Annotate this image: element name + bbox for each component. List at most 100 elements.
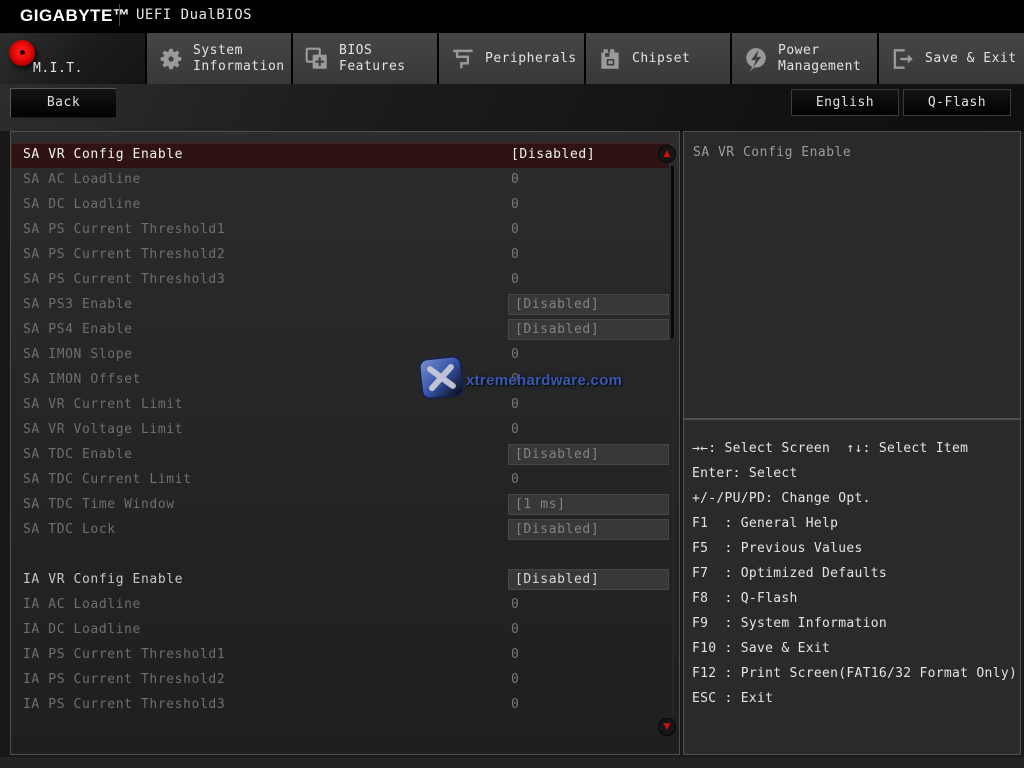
settings-row[interactable]: SA IMON Slope 0 <box>12 343 669 368</box>
gear-icon <box>158 46 184 72</box>
tab-label: M.I.T. <box>33 61 83 77</box>
settings-row[interactable]: SA PS Current Threshold1 0 <box>12 218 669 243</box>
setting-value[interactable]: [Disabled] <box>508 569 669 590</box>
setting-label: SA PS Current Threshold3 <box>23 272 225 287</box>
setting-value[interactable]: 0 <box>511 697 519 712</box>
tab-label: Power Management <box>778 43 861 75</box>
scroll-up-arrow[interactable]: ▲ <box>659 146 675 162</box>
settings-row[interactable]: SA IMON Offset 0 <box>12 368 669 393</box>
setting-value[interactable]: [Disabled] <box>508 294 669 315</box>
settings-row[interactable]: IA DC Loadline0 <box>12 618 669 643</box>
help-keys-panel: →←: Select Screen ↑↓: Select ItemEnter: … <box>683 419 1021 755</box>
settings-list: SA VR Config Enable[Disabled]SA AC Loadl… <box>12 143 669 718</box>
settings-row[interactable]: SA TDC Enable [Disabled] <box>12 443 669 468</box>
setting-value[interactable]: 0 <box>511 172 519 187</box>
help-key-line: ESC : Exit <box>692 686 1017 711</box>
tab-mit[interactable]: M.I.T. <box>0 33 145 84</box>
help-key-line: +/-/PU/PD: Change Opt. <box>692 486 1017 511</box>
setting-label: SA AC Loadline <box>23 172 141 187</box>
qflash-button[interactable]: Q-Flash <box>903 89 1011 116</box>
settings-row[interactable]: IA PS Current Threshold2 0 <box>12 668 669 693</box>
up-triangle-icon: ▲ <box>659 146 675 162</box>
exit-door-icon <box>890 46 916 72</box>
tab-label: Save & Exit <box>925 51 1017 67</box>
settings-row[interactable]: SA DC Loadline0 <box>12 193 669 218</box>
setting-value[interactable]: [Disabled] <box>508 444 669 465</box>
settings-row-spacer <box>12 543 669 568</box>
setting-label: SA PS3 Enable <box>23 297 133 312</box>
settings-row[interactable]: IA PS Current Threshold3 0 <box>12 693 669 718</box>
tab-label: Peripherals <box>485 51 577 67</box>
settings-row[interactable]: SA VR Voltage Limit0 <box>12 418 669 443</box>
tab-peripherals[interactable]: Peripherals <box>439 33 584 84</box>
tab-label: Chipset <box>632 51 690 67</box>
scroll-down-arrow[interactable]: ▼ <box>659 719 675 735</box>
settings-row[interactable]: SA VR Current Limit0 <box>12 393 669 418</box>
setting-value[interactable]: 0 <box>511 347 519 362</box>
setting-value[interactable]: 0 <box>511 222 519 237</box>
setting-value[interactable]: 0 <box>511 622 519 637</box>
settings-row[interactable]: IA VR Config Enable [Disabled] <box>12 568 669 593</box>
settings-row[interactable]: SA PS Current Threshold2 0 <box>12 243 669 268</box>
setting-value[interactable]: 0 <box>511 472 519 487</box>
tab-label: BIOS Features <box>339 43 406 75</box>
scrollbar-thumb[interactable] <box>671 166 675 338</box>
settings-row[interactable]: SA PS Current Threshold3 0 <box>12 268 669 293</box>
settings-row[interactable]: SA PS3 Enable [Disabled] <box>12 293 669 318</box>
setting-value[interactable]: 0 <box>511 672 519 687</box>
settings-row[interactable]: IA PS Current Threshold1 0 <box>12 643 669 668</box>
settings-panel: SA VR Config Enable[Disabled]SA AC Loadl… <box>10 131 680 755</box>
bottom-strip <box>0 757 1024 768</box>
tab-bar: M.I.T. System Information BIOS Features … <box>0 30 1024 84</box>
tab-power-management[interactable]: Power Management <box>732 33 877 84</box>
help-key-line: F8 : Q-Flash <box>692 586 1017 611</box>
settings-row[interactable]: SA TDC Lock [Disabled] <box>12 518 669 543</box>
tab-save-exit[interactable]: Save & Exit <box>879 33 1024 84</box>
language-button[interactable]: English <box>791 89 899 116</box>
settings-row[interactable]: SA VR Config Enable[Disabled] <box>12 143 669 168</box>
setting-label: SA TDC Lock <box>23 522 116 537</box>
setting-value[interactable]: 0 <box>511 272 519 287</box>
setting-label: IA VR Config Enable <box>23 572 183 587</box>
settings-row[interactable]: IA AC Loadline0 <box>12 593 669 618</box>
setting-label: IA PS Current Threshold3 <box>23 697 225 712</box>
setting-label: SA IMON Offset <box>23 372 141 387</box>
tab-label: System Information <box>193 43 285 75</box>
settings-row[interactable]: SA PS4 Enable[Disabled] <box>12 318 669 343</box>
tab-chipset[interactable]: Chipset <box>586 33 730 84</box>
tab-system-information[interactable]: System Information <box>147 33 291 84</box>
help-key-line: Enter: Select <box>692 461 1017 486</box>
setting-value[interactable]: 0 <box>511 422 519 437</box>
down-triangle-icon: ▼ <box>659 719 675 735</box>
setting-label: IA PS Current Threshold2 <box>23 672 225 687</box>
setting-label: IA PS Current Threshold1 <box>23 647 225 662</box>
back-button[interactable]: Back <box>10 88 117 118</box>
setting-value[interactable]: [1 ms] <box>508 494 669 515</box>
help-title: SA VR Config Enable <box>693 145 851 160</box>
mit-disc-icon <box>9 40 35 66</box>
setting-label: SA TDC Time Window <box>23 497 175 512</box>
setting-label: SA PS Current Threshold1 <box>23 222 225 237</box>
setting-value[interactable]: 0 <box>511 197 519 212</box>
setting-value[interactable]: [Disabled] <box>508 319 669 340</box>
help-key-line: →←: Select Screen ↑↓: Select Item <box>692 436 1017 461</box>
tab-bios-features[interactable]: BIOS Features <box>293 33 437 84</box>
setting-label: SA TDC Enable <box>23 447 133 462</box>
settings-row[interactable]: SA AC Loadline 0 <box>12 168 669 193</box>
help-description-panel: SA VR Config Enable <box>683 131 1021 419</box>
setting-value[interactable]: 0 <box>511 647 519 662</box>
gigabyte-logo: GIGABYTE™ <box>20 6 130 26</box>
help-keys-list: →←: Select Screen ↑↓: Select ItemEnter: … <box>692 436 1017 711</box>
setting-value[interactable]: 0 <box>511 372 519 387</box>
setting-value[interactable]: 0 <box>511 397 519 412</box>
setting-value[interactable]: [Disabled] <box>508 519 669 540</box>
settings-row[interactable]: SA TDC Current Limit0 <box>12 468 669 493</box>
setting-value[interactable]: 0 <box>511 597 519 612</box>
setting-value[interactable]: [Disabled] <box>511 147 595 162</box>
bios-screen: GIGABYTE™ UEFI DualBIOS M.I.T. System In… <box>0 0 1024 768</box>
settings-row[interactable]: SA TDC Time Window [1 ms] <box>12 493 669 518</box>
bios-chip-icon <box>304 46 330 72</box>
setting-label: SA IMON Slope <box>23 347 133 362</box>
setting-value[interactable]: 0 <box>511 247 519 262</box>
setting-label: SA PS Current Threshold2 <box>23 247 225 262</box>
